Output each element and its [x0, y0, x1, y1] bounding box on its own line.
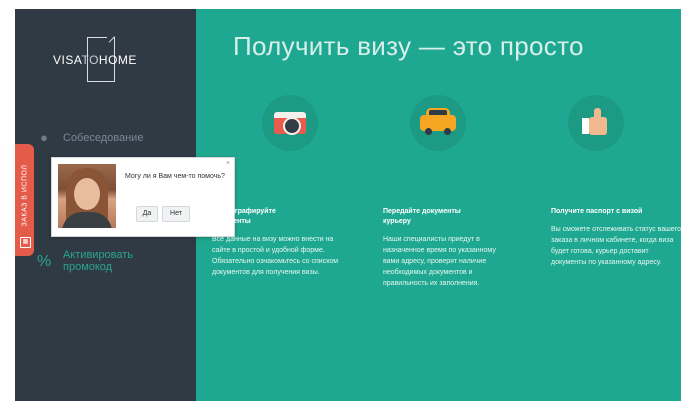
thumbs-up-icon — [582, 108, 610, 136]
percent-icon: % — [37, 253, 52, 270]
logo-text: VISATOHOME — [53, 53, 163, 67]
no-button[interactable]: Нет — [162, 206, 190, 222]
step-title-2: Передайте документы курьеру — [383, 208, 461, 225]
step-circle-2 — [410, 95, 466, 151]
grid-icon: ▦ — [20, 237, 31, 248]
step-text-2: Наши специалисты приедут в назначенное в… — [383, 236, 496, 287]
logo-visa: VISA — [53, 53, 82, 67]
bulb-icon: ● — [40, 130, 48, 145]
app-frame: VISATOHOME ● Собеседование % Активироват… — [15, 9, 681, 401]
side-tab[interactable]: ЗАКАЗ В ИСПОЛ ▦ — [15, 144, 34, 256]
step-circle-1 — [262, 95, 318, 151]
logo[interactable]: VISATOHOME — [53, 37, 163, 97]
step-circle-3 — [568, 95, 624, 151]
logo-home: HOME — [98, 53, 137, 67]
step-text-1: Все данные на визу можно внести на сайте… — [212, 236, 339, 276]
page-title: Получить визу — это просто — [233, 31, 584, 61]
popup-question: Могу ли я Вам чем-то помочь? — [125, 173, 225, 180]
avatar — [58, 164, 116, 228]
sidebar-item-promo[interactable]: % Активировать промокод — [37, 249, 133, 273]
yes-button[interactable]: Да — [136, 206, 158, 222]
chat-popup: × Могу ли я Вам чем-то помочь? Да Нет — [51, 157, 235, 237]
step-text-3: Вы сможете отслеживать статус вашего зак… — [551, 226, 681, 266]
sidebar-item-label: Собеседование — [63, 132, 144, 144]
side-tab-label: ЗАКАЗ В ИСПОЛ — [21, 164, 29, 227]
step-title-3: Получите паспорт с визой — [551, 208, 643, 215]
close-icon[interactable]: × — [226, 160, 230, 167]
logo-to: TO — [81, 53, 99, 67]
camera-icon — [274, 112, 306, 135]
sidebar-item-label: Активировать промокод — [63, 249, 133, 273]
sidebar: VISATOHOME ● Собеседование % Активироват… — [15, 9, 235, 401]
sidebar-item-promo-line2: промокод — [63, 261, 113, 273]
step-title-1: Сфотографируйте документы — [212, 208, 276, 225]
car-icon — [420, 108, 456, 135]
sidebar-item-promo-line1: Активировать — [63, 249, 134, 261]
sidebar-item-interview[interactable]: ● Собеседование — [37, 131, 143, 145]
